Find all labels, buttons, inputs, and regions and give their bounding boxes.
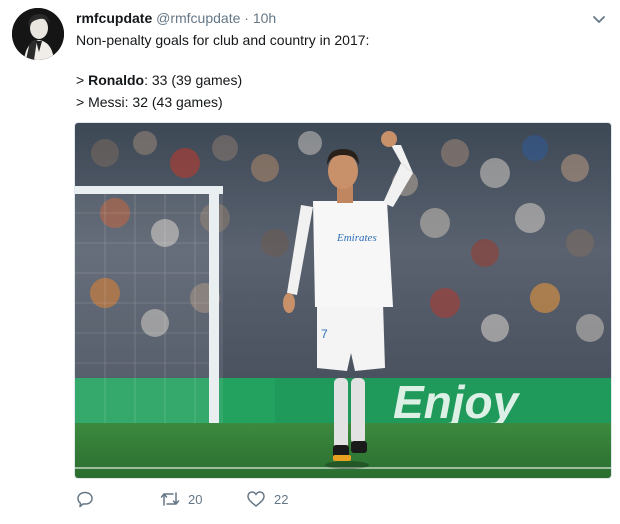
display-name[interactable]: rmfcupdate (76, 10, 152, 26)
photo-football-player: Enjoy 7 Emirates (75, 123, 611, 478)
shorts-number: 7 (321, 327, 328, 341)
jersey-sponsor-text: Emirates (336, 232, 377, 244)
timestamp[interactable]: 10h (253, 10, 276, 26)
reply-icon (77, 491, 93, 508)
ad-board-text: Enjoy (393, 376, 521, 428)
user-handle[interactable]: @rmfcupdate (156, 10, 240, 26)
retweet-icon (160, 492, 180, 506)
ronaldo-name: Ronaldo (88, 72, 145, 88)
retweet-button[interactable]: 20 (160, 490, 202, 508)
avatar[interactable] (12, 8, 64, 60)
avatar-image (12, 8, 64, 60)
ronaldo-stats: : 33 (39 games) (144, 72, 243, 88)
ronaldo-prefix: > (76, 72, 89, 88)
tweet-text-intro: Non-penalty goals for club and country i… (76, 32, 370, 48)
reply-button[interactable] (76, 490, 102, 508)
tweet-header: rmfcupdate @rmfcupdate · 10h (76, 10, 276, 26)
separator-dot: · (244, 10, 249, 26)
tweet-text-ronaldo: > Ronaldo: 33 (39 games) (76, 70, 242, 90)
like-button[interactable]: 22 (246, 490, 288, 508)
like-count: 22 (274, 491, 289, 507)
chevron-down-icon[interactable] (590, 10, 608, 28)
retweet-count: 20 (188, 491, 203, 507)
tweet-text-messi: > Messi: 32 (43 games) (76, 94, 223, 110)
heart-icon (247, 491, 265, 507)
tweet-photo[interactable]: Enjoy 7 Emirates (74, 122, 612, 479)
